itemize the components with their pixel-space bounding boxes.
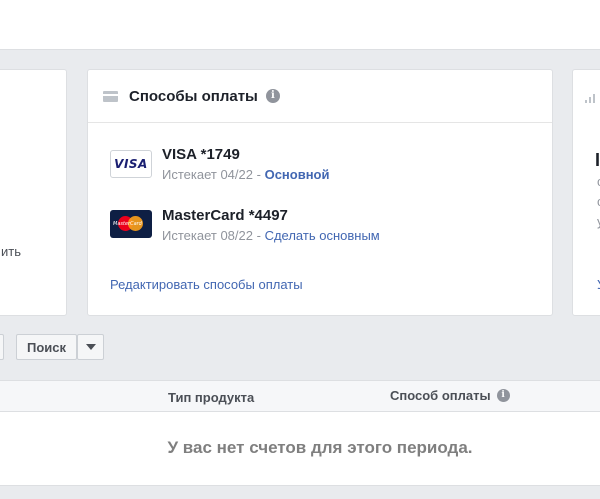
visa-logo-text: VISA — [114, 157, 148, 171]
table-body: У вас нет счетов для этого периода. — [0, 412, 600, 486]
column-header-payment-method-label: Способ оплаты — [390, 388, 491, 403]
previous-button[interactable] — [0, 334, 4, 360]
column-header-payment-method[interactable]: Способ оплаты i — [390, 388, 510, 403]
edit-payment-methods-link[interactable]: Редактировать способы оплаты — [110, 277, 303, 292]
visa-logo: VISA — [110, 150, 152, 178]
table-header: Тип продукта Способ оплаты i — [0, 380, 600, 412]
payment-method-visa: VISA VISA *1749 Истекает 04/22 - Основно… — [110, 146, 330, 183]
payment-method-details: Истекает 04/22 - Основной — [162, 167, 330, 183]
info-icon[interactable]: i — [265, 89, 280, 103]
chevron-down-icon — [85, 344, 96, 350]
search-button[interactable]: Поиск — [16, 334, 77, 360]
payment-method-name: MasterCard *4497 — [162, 207, 288, 224]
payment-methods-card: Способы оплаты i VISA VISA *1749 Истекае… — [87, 69, 553, 316]
payment-method-name: VISA *1749 — [162, 146, 240, 163]
payment-method-mastercard: MasterCard MasterCard *4497 Истекает 08/… — [110, 207, 380, 244]
make-primary-link[interactable]: Сделать основным — [265, 228, 380, 243]
right-card-heading: I — [595, 150, 600, 170]
primary-badge: Основной — [264, 167, 330, 182]
bar-chart-icon — [585, 94, 595, 103]
payment-method-details: Истекает 08/22 - Сделать основным — [162, 228, 380, 244]
column-header-product-type[interactable]: Тип продукта — [168, 390, 254, 405]
right-card: I с с у У — [572, 69, 600, 316]
payment-methods-title: Способы оплаты — [129, 87, 258, 105]
separator: - — [256, 228, 261, 243]
mastercard-logo: MasterCard — [110, 210, 152, 238]
search-options-dropdown[interactable] — [77, 334, 104, 360]
separator: - — [256, 167, 261, 182]
credit-card-icon — [103, 90, 118, 102]
payment-method-expiry: Истекает 04/22 — [162, 167, 253, 182]
mastercard-logo-text: MasterCard — [113, 221, 142, 227]
left-card: ить — [0, 69, 67, 316]
payment-methods-header: Способы оплаты i — [88, 70, 552, 123]
payment-method-expiry: Истекает 08/22 — [162, 228, 253, 243]
top-bar — [0, 0, 600, 50]
left-card-link[interactable]: ить — [1, 244, 21, 259]
info-icon[interactable]: i — [496, 389, 510, 402]
empty-state-message: У вас нет счетов для этого периода. — [167, 438, 473, 457]
